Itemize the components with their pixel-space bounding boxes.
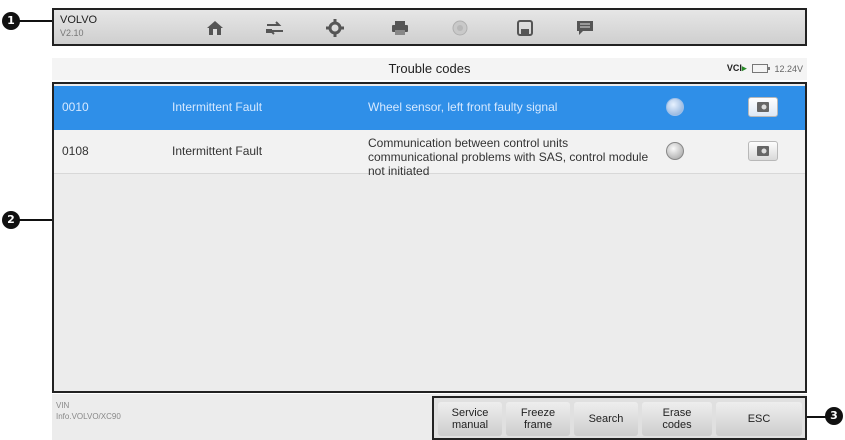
dtc-description: Wheel sensor, left front faulty signal [368,100,558,114]
vin-label: VIN [56,401,70,410]
app-screen: VOLVO V2.10 Trouble codes VCI▸ 12.24V 00… [52,8,807,440]
info-icon[interactable] [666,98,684,116]
record-icon[interactable] [449,18,471,38]
search-button[interactable]: Search [574,402,638,436]
home-icon[interactable] [204,18,226,38]
vehicle-swap-icon[interactable] [264,18,286,38]
erase-codes-button[interactable]: Erase codes [642,402,712,436]
function-buttons: Service manual Freeze frame Search Erase… [432,396,807,440]
search-code-button[interactable] [748,141,778,161]
print-icon[interactable] [389,18,411,38]
dtc-list: 0010 Intermittent Fault Wheel sensor, le… [52,82,807,393]
search-code-button[interactable] [748,97,778,117]
freeze-frame-button[interactable]: Freeze frame [506,402,570,436]
dtc-code: 0010 [62,100,89,114]
vci-label: VCI [726,63,742,73]
magnifier-icon [757,102,769,112]
top-toolbar: VOLVO V2.10 [52,8,807,46]
callout-line-1 [18,20,52,22]
esc-button[interactable]: ESC [716,402,802,436]
callout-3: 3 [825,407,843,425]
callout-line-3 [805,416,827,418]
bottom-bar: VIN Info.VOLVO/XC90 Service manual Freez… [52,394,807,440]
dtc-code: 0108 [62,144,89,158]
callout-line-2 [18,219,52,221]
software-version: V2.10 [60,28,84,38]
dtc-row[interactable]: 0108 Intermittent Fault Communication be… [54,130,805,178]
settings-icon[interactable] [324,18,346,38]
vci-indicator: VCI▸ [726,63,747,73]
dtc-description: Communication between control units comm… [368,136,649,178]
info-icon[interactable] [666,142,684,160]
vehicle-path: Info.VOLVO/XC90 [56,412,121,421]
vehicle-make: VOLVO [60,14,98,26]
dtc-status: Intermittent Fault [172,100,263,114]
battery-voltage: 12.24V [774,63,803,74]
service-manual-button[interactable]: Service manual [438,402,502,436]
page-title: Trouble codes [388,61,471,76]
battery-icon [752,64,771,73]
title-bar: Trouble codes VCI▸ 12.24V [52,58,807,80]
dtc-status: Intermittent Fault [172,144,263,158]
connection-status: VCI▸ 12.24V [727,63,803,74]
vehicle-brand: VOLVO V2.10 [60,14,97,40]
dtc-row[interactable]: 0010 Intermittent Fault Wheel sensor, le… [54,86,805,130]
magnifier-icon [757,146,769,156]
message-icon[interactable] [574,18,596,38]
vehicle-info: VIN Info.VOLVO/XC90 [56,400,121,422]
save-icon[interactable] [514,18,536,38]
